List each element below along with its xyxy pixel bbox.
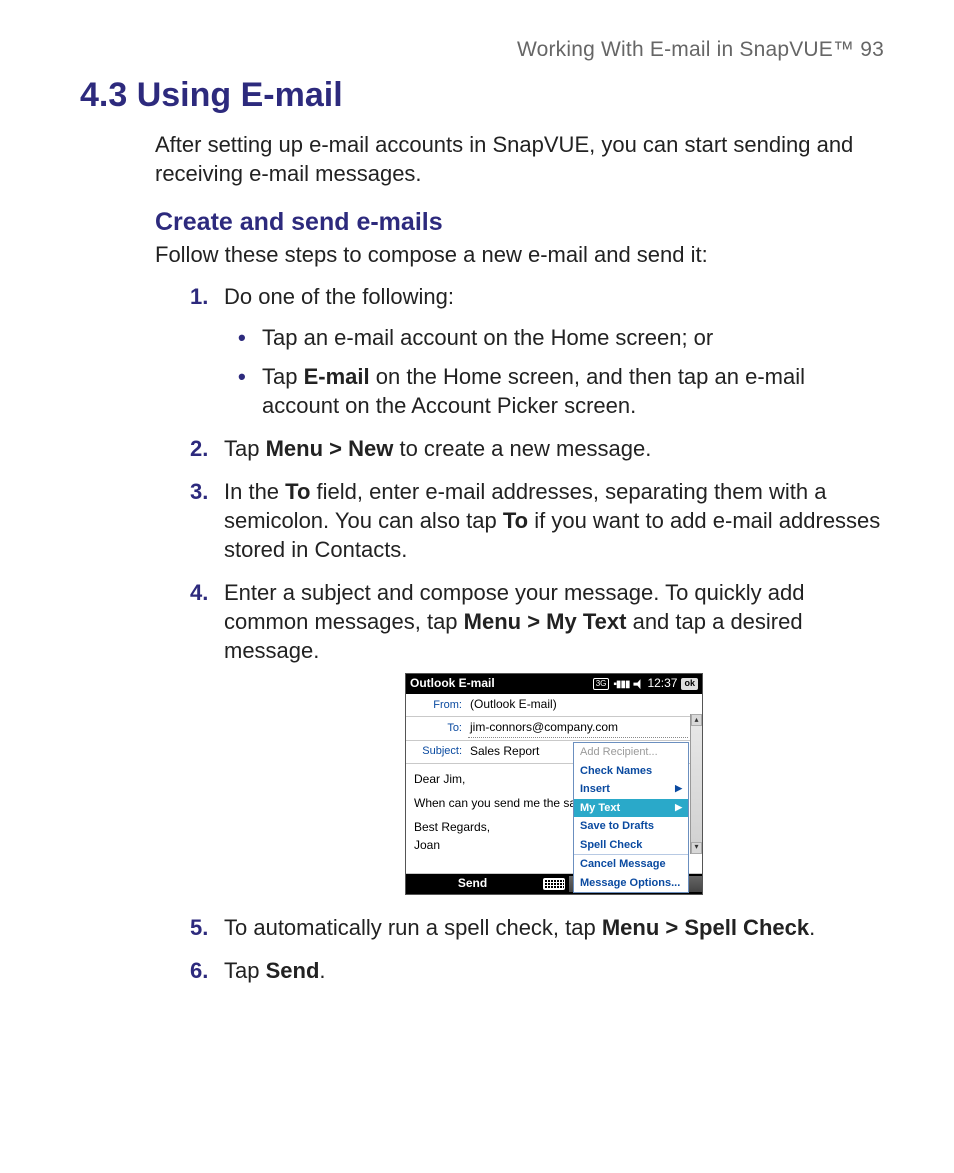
screenshot-outlook-email: Outlook E-mail 3G ▪▮▮▮ 12:37 ok From: ( [405, 673, 703, 894]
bold-term: To [503, 508, 528, 533]
bold-term: Menu > New [266, 436, 394, 461]
step-number: 5. [190, 913, 208, 942]
step-text: . [319, 958, 325, 983]
menu-item-message-options[interactable]: Message Options... [574, 874, 688, 893]
menu-item-check-names[interactable]: Check Names [574, 762, 688, 781]
menu-item-my-text[interactable]: My Text ▶ [574, 799, 688, 818]
step-1: 1. Do one of the following: Tap an e-mai… [190, 282, 884, 420]
menu-item-add-recipient[interactable]: Add Recipient... [574, 743, 688, 762]
step-2: 2. Tap Menu > New to create a new messag… [190, 434, 884, 463]
bold-term: Menu > My Text [464, 609, 627, 634]
context-menu: Add Recipient... Check Names Insert ▶ My … [573, 742, 689, 893]
step-number: 3. [190, 477, 208, 506]
bold-term: E-mail [304, 364, 370, 389]
from-value[interactable]: (Outlook E-mail) [468, 696, 688, 714]
step-number: 6. [190, 956, 208, 985]
from-label: From: [412, 698, 462, 713]
menu-item-cancel-message[interactable]: Cancel Message [574, 854, 688, 874]
subject-label: Subject: [412, 744, 462, 759]
bold-term: Send [266, 958, 320, 983]
step-text: . [809, 915, 815, 940]
bullet-text: Tap an e-mail account on the Home screen… [262, 325, 713, 350]
to-field: To: jim-connors@company.com [406, 717, 702, 741]
running-header: Working With E-mail in SnapVUE™ 93 [80, 38, 884, 62]
bullet-item: Tap E-mail on the Home screen, and then … [224, 362, 884, 420]
speaker-icon [633, 679, 643, 689]
to-value[interactable]: jim-connors@company.com [468, 719, 688, 738]
step-6: 6. Tap Send. [190, 956, 884, 985]
scroll-down-icon[interactable]: ▾ [691, 842, 702, 854]
menu-label: My Text [580, 801, 620, 816]
menu-item-spell-check[interactable]: Spell Check [574, 836, 688, 855]
signal-icon: ▪▮▮▮ [613, 678, 629, 691]
menu-item-insert[interactable]: Insert ▶ [574, 780, 688, 799]
to-label: To: [412, 721, 462, 736]
step-4: 4. Enter a subject and compose your mess… [190, 578, 884, 895]
subsection-heading: Create and send e-mails [155, 208, 884, 237]
step-3: 3. In the To field, enter e-mail address… [190, 477, 884, 564]
bullet-item: Tap an e-mail account on the Home screen… [224, 323, 884, 352]
softkey-send[interactable]: Send [406, 876, 539, 892]
step-text: to create a new message. [393, 436, 651, 461]
menu-label: Insert [580, 782, 610, 797]
titlebar: Outlook E-mail 3G ▪▮▮▮ 12:37 ok [406, 674, 702, 694]
lead-paragraph: Follow these steps to compose a new e-ma… [155, 241, 884, 270]
step-text: Do one of the following: [224, 284, 454, 309]
step-number: 1. [190, 282, 208, 311]
chevron-right-icon: ▶ [675, 783, 682, 795]
step-text: In the [224, 479, 285, 504]
ok-button[interactable]: ok [681, 678, 698, 690]
section-heading: 4.3 Using E-mail [80, 76, 884, 115]
bullet-text: Tap [262, 364, 304, 389]
menu-item-save-to-drafts[interactable]: Save to Drafts [574, 817, 688, 836]
window-title: Outlook E-mail [410, 676, 593, 692]
network-3g-icon: 3G [593, 678, 610, 690]
scrollbar[interactable]: ▴ ▾ [690, 714, 702, 853]
chevron-right-icon: ▶ [675, 802, 682, 814]
step-text: To automatically run a spell check, tap [224, 915, 602, 940]
step-number: 2. [190, 434, 208, 463]
scroll-up-icon[interactable]: ▴ [691, 714, 702, 726]
step-text: Tap [224, 436, 266, 461]
step-text: Tap [224, 958, 266, 983]
from-field: From: (Outlook E-mail) [406, 694, 702, 717]
clock: 12:37 [647, 676, 677, 692]
status-area: 3G ▪▮▮▮ 12:37 ok [593, 676, 698, 692]
keyboard-icon[interactable] [543, 878, 565, 890]
email-form: From: (Outlook E-mail) To: jim-connors@c… [406, 694, 702, 873]
bold-term: Menu > Spell Check [602, 915, 809, 940]
step-5: 5. To automatically run a spell check, t… [190, 913, 884, 942]
bold-term: To [285, 479, 310, 504]
intro-paragraph: After setting up e-mail accounts in Snap… [155, 131, 884, 188]
step-number: 4. [190, 578, 208, 607]
